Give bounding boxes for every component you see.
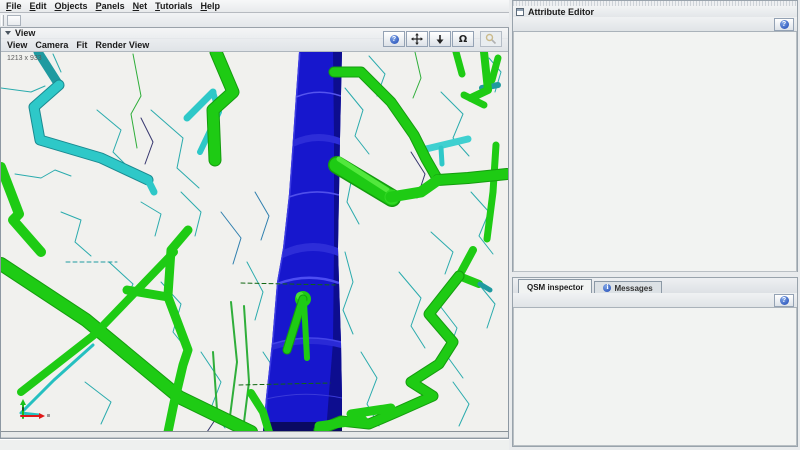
inspector-panel: QSM inspectoriMessages ? (512, 277, 798, 447)
main-toolbar (0, 13, 509, 28)
right-column: Attribute Editor ? QSM inspectoriMessage… (509, 0, 800, 450)
orbit-icon: Ω (459, 34, 468, 45)
help-icon: ? (780, 296, 789, 305)
menu-item-help[interactable]: Help (196, 1, 224, 11)
attribute-editor-panel: Attribute Editor ? (512, 0, 798, 272)
status-bar (0, 439, 509, 450)
orbit-button[interactable]: Ω (452, 31, 474, 47)
viewport-scene (1, 52, 508, 431)
main-menubar: FileEditObjectsPanelsNetTutorialsHelp (0, 0, 509, 13)
view-menu-view[interactable]: View (3, 40, 31, 50)
zoom-button[interactable] (480, 31, 502, 47)
collapse-icon[interactable] (5, 31, 11, 35)
3d-viewport[interactable]: 1213 x 933 (1, 52, 508, 431)
down-arrow-button[interactable] (429, 31, 451, 47)
toolbar-grip[interactable] (1, 15, 4, 26)
inspector-tabbar: QSM inspectoriMessages (513, 278, 797, 293)
view-panel-title: View (15, 28, 35, 38)
menu-item-panels[interactable]: Panels (92, 1, 129, 11)
attribute-editor-toolbar: ? (513, 17, 797, 32)
left-column: FileEditObjectsPanelsNetTutorialsHelp Vi… (0, 0, 509, 450)
window-icon (516, 8, 524, 16)
view-panel: View ViewCameraFitRender View ? (0, 28, 509, 439)
attribute-editor-content (513, 32, 797, 272)
view-panel-header: View ViewCameraFitRender View ? (1, 28, 508, 52)
down-arrow-icon (435, 34, 445, 45)
zoom-icon (485, 33, 497, 45)
tab-qsm-inspector[interactable]: QSM inspector (518, 279, 592, 293)
application-window: FileEditObjectsPanelsNetTutorialsHelp Vi… (0, 0, 800, 450)
menu-item-file[interactable]: File (2, 1, 26, 11)
attribute-editor-help-button[interactable]: ? (774, 18, 794, 31)
view-toolbar-buttons: ? (383, 31, 502, 47)
toolbar-blank-button[interactable] (7, 15, 21, 26)
help-icon: ? (390, 35, 399, 44)
pan-icon (411, 33, 423, 45)
menu-item-tutorials[interactable]: Tutorials (151, 1, 196, 11)
inspector-content (513, 308, 797, 446)
pan-button[interactable] (406, 31, 428, 47)
viewport-bottom-strip (1, 431, 508, 438)
info-icon: i (603, 284, 611, 292)
attribute-editor-title: Attribute Editor (528, 7, 594, 17)
view-menu-fit[interactable]: Fit (72, 40, 91, 50)
menu-item-net[interactable]: Net (129, 1, 152, 11)
attribute-editor-titlebar[interactable]: Attribute Editor (513, 6, 797, 17)
inspector-help-button[interactable]: ? (774, 294, 794, 307)
view-menu-camera[interactable]: Camera (31, 40, 72, 50)
menu-item-edit[interactable]: Edit (26, 1, 51, 11)
menu-item-objects[interactable]: Objects (51, 1, 92, 11)
inspector-toolbar: ? (513, 293, 797, 308)
help-button[interactable]: ? (383, 31, 405, 47)
viewport-size-label: 1213 x 933 (7, 55, 42, 62)
tab-messages[interactable]: iMessages (594, 281, 661, 293)
help-icon: ? (780, 20, 789, 29)
view-menu-render-view[interactable]: Render View (91, 40, 153, 50)
